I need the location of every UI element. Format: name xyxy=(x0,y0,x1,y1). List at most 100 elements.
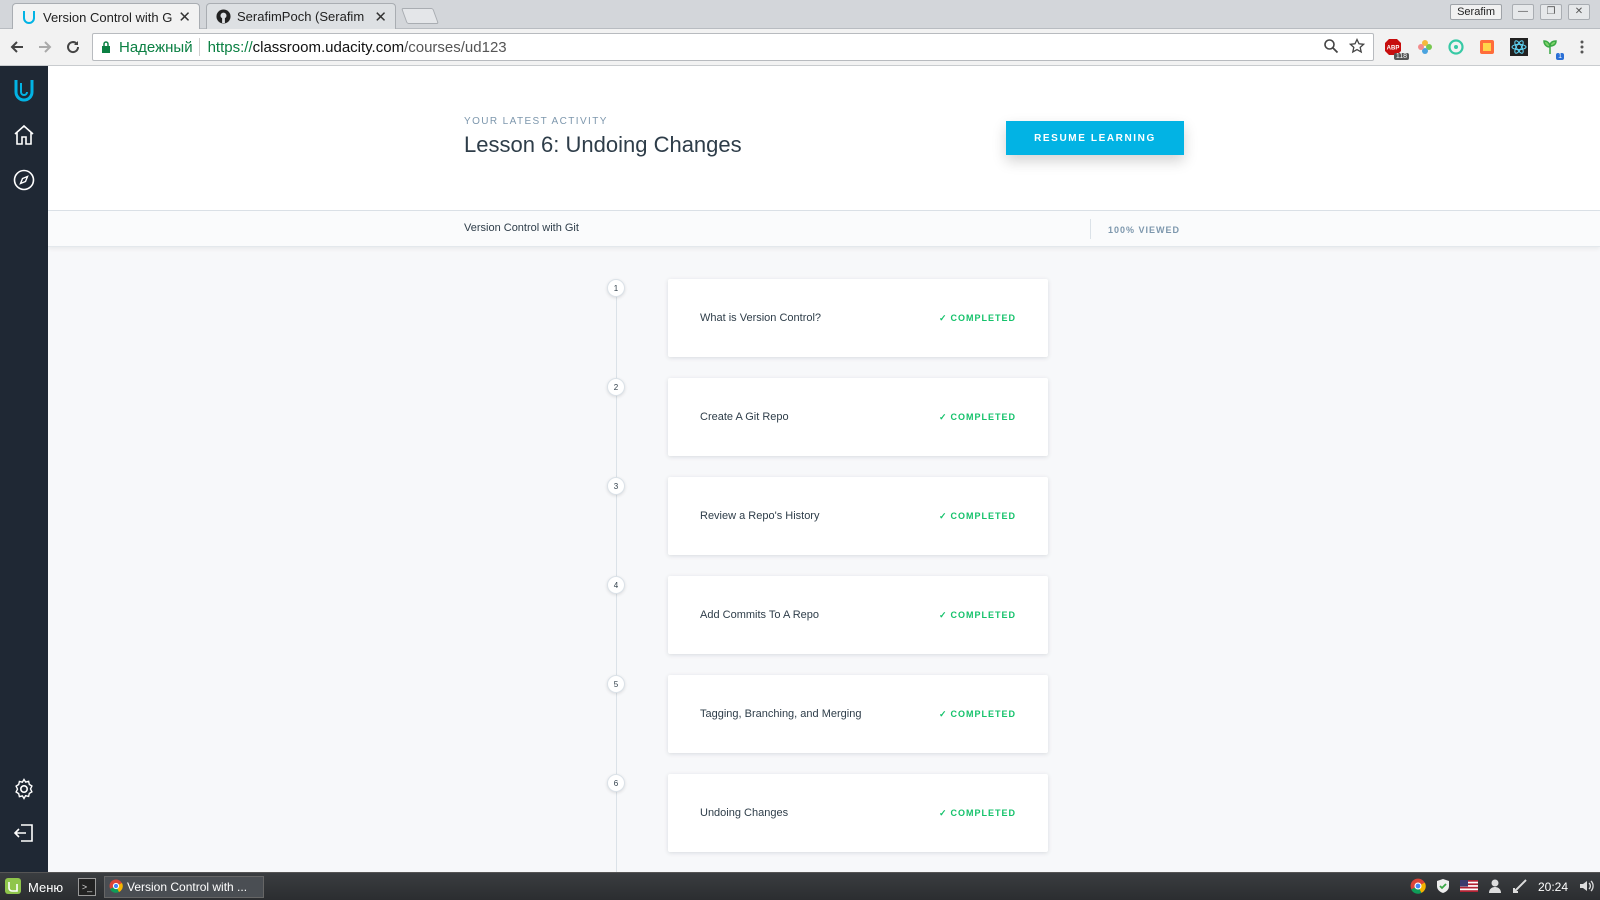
close-icon[interactable]: ✕ xyxy=(374,8,387,26)
user-icon[interactable] xyxy=(1488,878,1502,897)
completed-status: ✓ COMPLETED xyxy=(939,808,1016,819)
adblock-badge: 118 xyxy=(1393,53,1409,60)
status-label: COMPLETED xyxy=(950,709,1016,719)
completed-status: ✓ COMPLETED xyxy=(939,313,1016,324)
restore-button[interactable]: ❐ xyxy=(1540,4,1562,20)
checkmark-icon: ✓ xyxy=(938,708,948,719)
settings-icon[interactable] xyxy=(10,775,38,803)
tab-github[interactable]: SerafimPoch (Serafim P ✕ xyxy=(206,3,396,29)
lesson-card-title: Tagging, Branching, and Merging xyxy=(700,708,862,720)
completed-status: ✓ COMPLETED xyxy=(939,709,1016,720)
completed-status: ✓ COMPLETED xyxy=(939,412,1016,423)
profile-chip[interactable]: Serafim xyxy=(1450,4,1502,20)
latest-activity-eyebrow: YOUR LATEST ACTIVITY xyxy=(464,116,608,127)
lesson-card-title: Create A Git Repo xyxy=(700,411,789,423)
os-taskbar: Меню >_ Version Control with ... 20:24 xyxy=(0,872,1600,900)
resume-learning-button[interactable]: RESUME LEARNING xyxy=(1006,121,1184,155)
checkmark-icon: ✓ xyxy=(938,807,948,818)
lesson-title: Lesson 6: Undoing Changes xyxy=(464,132,742,157)
browser-toolbar: Надежный https://classroom.udacity.com/c… xyxy=(0,29,1600,66)
checkmark-icon: ✓ xyxy=(938,312,948,323)
app-sidebar xyxy=(0,66,48,872)
circle-icon[interactable] xyxy=(1446,37,1466,57)
chrome-icon[interactable] xyxy=(1410,878,1426,897)
taskbar-window-chrome[interactable]: Version Control with ... xyxy=(104,876,264,898)
browser-tab-bar: Version Control with Git ✕ SerafimPoch (… xyxy=(0,0,1600,30)
lesson-card-title: Undoing Changes xyxy=(700,807,789,819)
bookmark-star-icon[interactable] xyxy=(1348,37,1366,58)
lesson-card[interactable]: Tagging, Branching, and Merging ✓ COMPLET… xyxy=(668,675,1048,753)
system-tray: 20:24 xyxy=(1410,877,1594,897)
mint-logo-icon xyxy=(4,877,22,898)
viewed-progress: 100% VIEWED xyxy=(1108,225,1181,235)
logout-icon[interactable] xyxy=(10,819,38,847)
lesson-card-title: Review a Repo's History xyxy=(700,510,820,522)
plant-badge: 1 xyxy=(1556,53,1564,60)
udacity-logo-icon[interactable] xyxy=(10,76,38,104)
menu-label: Меню xyxy=(28,879,64,895)
lesson-number: 4 xyxy=(607,576,625,594)
volume-icon[interactable] xyxy=(1578,878,1594,897)
lock-icon xyxy=(101,41,111,53)
new-tab-button[interactable] xyxy=(401,8,439,24)
clock[interactable]: 20:24 xyxy=(1538,880,1568,894)
plant-icon[interactable]: 1 xyxy=(1540,37,1564,60)
udacity-icon xyxy=(21,9,37,25)
lesson-card[interactable]: Undoing Changes ✓ COMPLETED xyxy=(668,774,1048,852)
shield-icon[interactable] xyxy=(1436,878,1450,897)
window-close-button[interactable]: ✕ xyxy=(1568,4,1590,20)
lesson-card-title: What is Version Control? xyxy=(700,312,822,324)
completed-status: ✓ COMPLETED xyxy=(939,610,1016,621)
home-icon[interactable] xyxy=(10,121,38,149)
lesson-number: 6 xyxy=(607,774,625,792)
lesson-number: 2 xyxy=(607,378,625,396)
lesson-card[interactable]: What is Version Control? ✓ COMPLETED xyxy=(668,279,1048,357)
url-host: classroom.udacity.com xyxy=(252,38,405,56)
start-menu-button[interactable]: Меню xyxy=(4,877,63,897)
url-scheme: https:// xyxy=(207,38,253,56)
lesson-card[interactable]: Review a Repo's History ✓ COMPLETED xyxy=(668,477,1048,555)
lesson-number: 3 xyxy=(607,477,625,495)
svg-text:ABP: ABP xyxy=(1387,46,1400,52)
latest-activity-header: YOUR LATEST ACTIVITY Lesson 6: Undoing C… xyxy=(48,66,1600,211)
checkmark-icon: ✓ xyxy=(938,411,948,422)
network-icon[interactable] xyxy=(1512,878,1528,897)
lesson-card-title: Add Commits To A Repo xyxy=(700,609,820,621)
checkmark-icon: ✓ xyxy=(938,609,948,620)
secure-indicator[interactable]: Надежный xyxy=(93,38,200,56)
url-path: /courses/ud123 xyxy=(404,38,507,56)
github-icon xyxy=(215,9,231,25)
tab-label: Version Control with Git xyxy=(43,9,173,25)
minimize-button[interactable]: — xyxy=(1512,4,1534,20)
lesson-card[interactable]: Add Commits To A Repo ✓ COMPLETED xyxy=(668,576,1048,654)
zoom-icon[interactable] xyxy=(1323,38,1339,58)
status-label: COMPLETED xyxy=(950,511,1016,521)
secure-label: Надежный xyxy=(119,38,193,56)
photo-icon[interactable] xyxy=(1477,37,1497,57)
completed-status: ✓ COMPLETED xyxy=(939,511,1016,522)
reload-icon[interactable] xyxy=(62,36,84,58)
adblock-icon[interactable]: ABP 118 xyxy=(1383,37,1409,60)
react-icon[interactable] xyxy=(1509,37,1529,57)
status-label: COMPLETED xyxy=(950,808,1016,818)
divider xyxy=(1090,219,1091,239)
chrome-icon xyxy=(109,879,123,896)
chrome-menu-icon[interactable] xyxy=(1572,37,1592,57)
address-bar[interactable]: Надежный https://classroom.udacity.com/c… xyxy=(92,33,1374,61)
us-flag-icon[interactable] xyxy=(1459,879,1478,895)
close-icon[interactable]: ✕ xyxy=(178,8,191,26)
terminal-icon[interactable]: >_ xyxy=(78,878,96,896)
omnibox-actions xyxy=(1323,37,1366,58)
lesson-card[interactable]: Create A Git Repo ✓ COMPLETED xyxy=(668,378,1048,456)
tab-version-control[interactable]: Version Control with Git ✕ xyxy=(12,3,200,30)
course-bar: Version Control with Git 100% VIEWED xyxy=(48,211,1600,247)
compass-icon[interactable] xyxy=(10,166,38,194)
tab-label: SerafimPoch (Serafim P xyxy=(237,9,369,24)
forward-icon[interactable] xyxy=(34,36,56,58)
back-icon[interactable] xyxy=(6,36,28,58)
flower-icon[interactable] xyxy=(1415,37,1435,57)
checkmark-icon: ✓ xyxy=(938,510,948,521)
status-label: COMPLETED xyxy=(950,412,1016,422)
taskbar-window-label: Version Control with ... xyxy=(127,880,248,894)
lesson-number: 5 xyxy=(607,675,625,693)
